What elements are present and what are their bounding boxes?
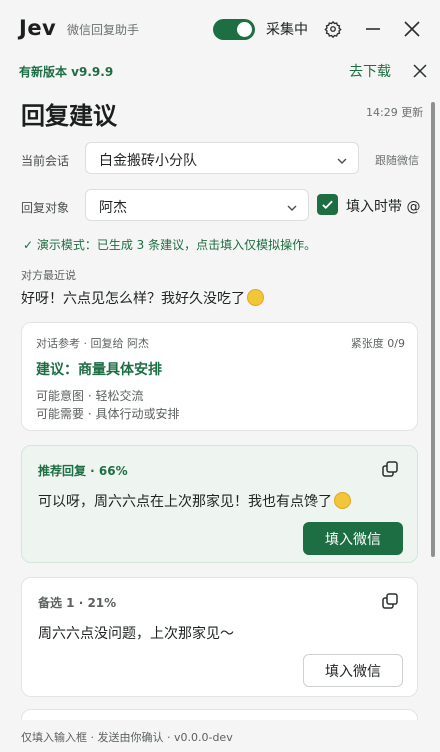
reply-tag: 推荐回复 · 66% <box>38 464 128 478</box>
target-value: 阿杰 <box>99 200 127 216</box>
reference-suggestion: 建议：商量具体安排 <box>36 362 162 378</box>
other-message: 好呀！六点见怎么样？我好久没吃了 <box>21 288 264 308</box>
tension-level: 紧张度 0/9 <box>350 337 405 350</box>
collect-status-label: 采集中 <box>266 22 308 38</box>
footer-text: 仅填入输入框 · 发送由你确认 · v0.0.0-dev <box>21 731 233 744</box>
title-bar: Jev 微信回复助手 采集中 <box>0 0 440 58</box>
footer: 仅填入输入框 · 发送由你确认 · v0.0.0-dev <box>0 720 440 752</box>
new-version-text: 有新版本 v9.9.9 <box>19 65 114 79</box>
follow-wechat-link[interactable]: 跟随微信 <box>375 152 419 168</box>
recommended-reply-card: 推荐回复 · 66% 可以呀，周六六点在上次那家见！我也有点馋了 填入微信 <box>21 445 418 563</box>
chevron-down-icon <box>336 152 348 171</box>
chevron-down-icon <box>286 199 298 218</box>
smile-emoji-icon <box>334 492 351 509</box>
copy-icon[interactable] <box>381 460 401 480</box>
reply-text: 可以呀，周六六点在上次那家见！我也有点馋了 <box>38 491 351 511</box>
close-icon[interactable] <box>399 16 425 42</box>
next-reply-card <box>21 709 418 720</box>
fill-wechat-button[interactable]: 填入微信 <box>303 522 403 555</box>
fill-wechat-button[interactable]: 填入微信 <box>303 654 403 687</box>
download-link[interactable]: 去下载 <box>349 61 391 81</box>
target-label: 回复对象 <box>21 201 70 215</box>
copy-icon[interactable] <box>381 592 401 612</box>
check-icon <box>322 200 333 210</box>
close-icon[interactable] <box>409 60 431 82</box>
reply-tag: 备选 1 · 21% <box>38 596 117 610</box>
toggle-knob <box>237 22 252 37</box>
reply-text-content: 可以呀，周六六点在上次那家见！我也有点馋了 <box>38 494 332 510</box>
gear-icon[interactable] <box>320 16 346 42</box>
reference-intent: 可能意图 · 轻松交流 <box>36 389 144 403</box>
reply-text: 周六六点没问题，上次那家见～ <box>38 626 234 642</box>
session-select[interactable]: 白金搬砖小分队 <box>85 142 359 174</box>
scrollbar-thumb[interactable] <box>431 102 435 557</box>
other-message-text: 好呀！六点见怎么样？我好久没吃了 <box>21 291 245 307</box>
smile-emoji-icon <box>247 289 264 306</box>
session-value: 白金搬砖小分队 <box>99 153 197 169</box>
collect-toggle[interactable] <box>213 19 255 40</box>
reference-header: 对话参考 · 回复给 阿杰 <box>36 337 149 350</box>
alternative-reply-card: 备选 1 · 21% 周六六点没问题，上次那家见～ 填入微信 <box>21 577 418 697</box>
fill-at-label[interactable]: 填入时带 @ <box>346 196 420 216</box>
app-name: 微信回复助手 <box>67 23 140 37</box>
update-banner: 有新版本 v9.9.9 去下载 <box>0 58 440 84</box>
fill-at-checkbox[interactable] <box>317 194 338 215</box>
demo-mode-note: ✓ 演示模式：已生成 3 条建议，点击填入仅模拟操作。 <box>23 238 317 252</box>
main-scroll-area[interactable]: 回复建议 14:29 更新 当前会话 白金搬砖小分队 跟随微信 回复对象 阿杰 … <box>0 84 440 720</box>
session-label: 当前会话 <box>21 154 70 168</box>
minimize-icon[interactable] <box>360 16 386 42</box>
other-said-label: 对方最近说 <box>21 269 76 282</box>
reference-card: 对话参考 · 回复给 阿杰 紧张度 0/9 建议：商量具体安排 可能意图 · 轻… <box>21 322 418 431</box>
app-logo: Jev <box>19 16 57 40</box>
reference-need: 可能需要 · 具体行动或安排 <box>36 407 180 421</box>
page-title: 回复建议 <box>21 102 117 130</box>
target-select[interactable]: 阿杰 <box>85 189 309 221</box>
updated-time: 14:29 更新 <box>366 106 424 119</box>
